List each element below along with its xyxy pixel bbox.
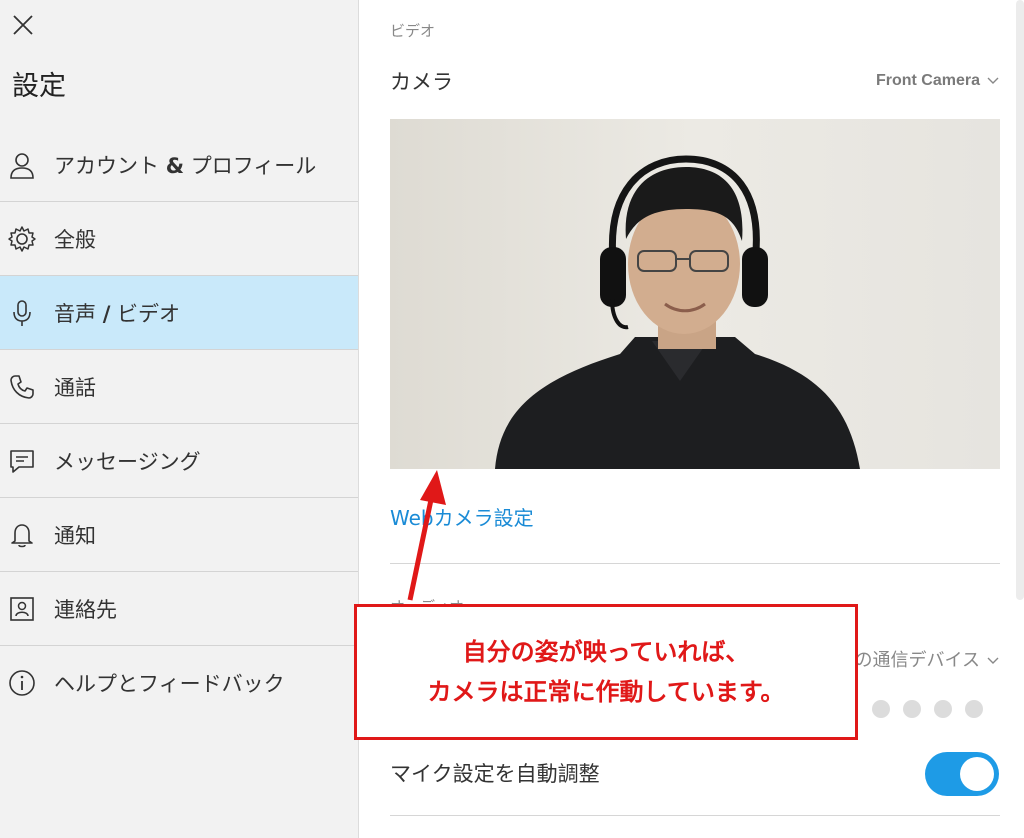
camera-select[interactable]: Front Camera — [876, 72, 1000, 90]
level-dot — [872, 700, 890, 718]
mic-level-indicator — [872, 700, 983, 718]
sidebar-item-contacts[interactable]: 連絡先 — [0, 572, 358, 646]
camera-preview-image — [390, 119, 1000, 469]
toggle-knob — [960, 757, 994, 791]
person-icon — [0, 128, 44, 201]
sidebar-item-general[interactable]: 全般 — [0, 202, 358, 276]
sidebar-item-label: ヘルプとフィードバック — [54, 671, 285, 696]
sidebar-item-account[interactable]: アカウント & プロフィール — [0, 128, 358, 202]
camera-row: カメラ Front Camera — [390, 66, 1000, 100]
auto-adjust-toggle[interactable] — [925, 752, 999, 796]
settings-nav: アカウント & プロフィール 全般 音声 / ビデオ 通話 メッセージング 通知… — [0, 128, 358, 719]
level-dot — [903, 700, 921, 718]
annotation-line-2: カメラは正常に作動しています。 — [427, 678, 785, 706]
camera-preview — [390, 119, 1000, 469]
webcam-settings-link[interactable]: Webカメラ設定 — [390, 502, 534, 531]
sidebar-item-messaging[interactable]: メッセージング — [0, 424, 358, 498]
sidebar-item-label: アカウント & プロフィール — [54, 153, 317, 178]
sidebar-item-notifications[interactable]: 通知 — [0, 498, 358, 572]
section-divider — [390, 815, 1000, 816]
annotation-line-1: 自分の姿が映っていれば、 — [462, 638, 750, 666]
microphone-icon — [0, 276, 44, 349]
annotation-callout: 自分の姿が映っていれば、 カメラは正常に作動しています。 — [354, 604, 858, 740]
page-title: 設定 — [12, 71, 66, 102]
bell-icon — [0, 498, 44, 571]
sidebar-item-help[interactable]: ヘルプとフィードバック — [0, 646, 358, 719]
sidebar-item-label: 連絡先 — [54, 597, 117, 622]
auto-adjust-label: マイク設定を自動調整 — [390, 762, 600, 786]
sidebar-item-calls[interactable]: 通話 — [0, 350, 358, 424]
contact-card-icon — [0, 572, 44, 645]
level-dot — [965, 700, 983, 718]
message-icon — [0, 424, 44, 497]
chevron-down-icon — [986, 649, 1000, 670]
sidebar-item-label: 通知 — [54, 523, 96, 548]
sidebar-item-label: 全般 — [54, 227, 96, 252]
settings-sidebar: 設定 アカウント & プロフィール 全般 音声 / ビデオ 通話 メッセージング… — [0, 0, 359, 838]
close-icon[interactable] — [8, 10, 38, 40]
camera-select-value: Front Camera — [875, 72, 980, 89]
sidebar-item-audio-video[interactable]: 音声 / ビデオ — [0, 276, 358, 350]
sidebar-item-label: メッセージング — [54, 449, 201, 474]
video-section-label: ビデオ — [390, 22, 436, 40]
info-icon — [0, 646, 44, 719]
gear-icon — [0, 202, 44, 275]
level-dot — [934, 700, 952, 718]
sidebar-item-label: 音声 / ビデオ — [54, 301, 181, 326]
audio-device-select[interactable]: の通信デバイス — [855, 646, 1000, 672]
camera-label: カメラ — [390, 70, 453, 94]
audio-device-value: の通信デバイス — [854, 650, 980, 671]
chevron-down-icon — [986, 72, 1000, 90]
scrollbar[interactable] — [1016, 0, 1024, 600]
phone-icon — [0, 350, 44, 423]
sidebar-item-label: 通話 — [54, 375, 96, 400]
section-divider — [390, 563, 1000, 564]
